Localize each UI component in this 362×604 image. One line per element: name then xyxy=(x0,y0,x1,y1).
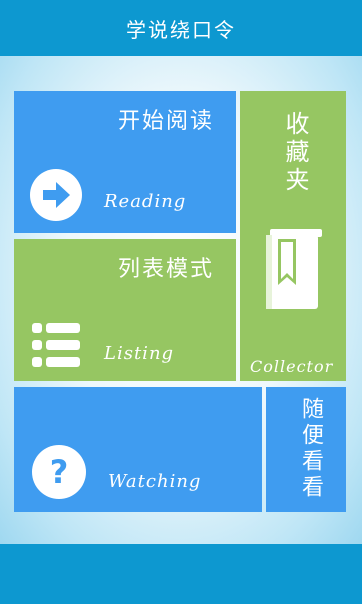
reading-tile[interactable]: 开始阅读 Reading xyxy=(14,91,236,233)
bookmark-book-icon xyxy=(264,225,322,311)
app-title: 学说绕口令 xyxy=(126,17,236,42)
svg-text:?: ? xyxy=(50,453,69,491)
arrow-right-circle-icon xyxy=(30,169,82,221)
question-circle-icon: ? xyxy=(32,445,86,499)
watching-sublabel: Watching xyxy=(108,471,202,492)
listing-title: 列表模式 xyxy=(118,257,215,282)
listing-sublabel: Listing xyxy=(104,343,175,364)
list-icon xyxy=(32,323,82,369)
collector-title: 收藏夹 xyxy=(281,111,309,195)
listing-tile[interactable]: 列表模式 Listing xyxy=(14,239,236,381)
collector-sublabel: Collector xyxy=(250,357,334,376)
title-bar: 学说绕口令 xyxy=(0,0,362,56)
collector-tile[interactable]: 收藏夹 Collector xyxy=(240,91,346,381)
bottom-bar xyxy=(0,544,362,604)
watching-tile[interactable]: ? Watching xyxy=(14,387,262,512)
reading-sublabel: Reading xyxy=(104,191,187,212)
random-browse-title: 随便看看 xyxy=(298,397,323,501)
random-browse-tile[interactable]: 随便看看 xyxy=(266,387,346,512)
reading-title: 开始阅读 xyxy=(118,109,215,134)
